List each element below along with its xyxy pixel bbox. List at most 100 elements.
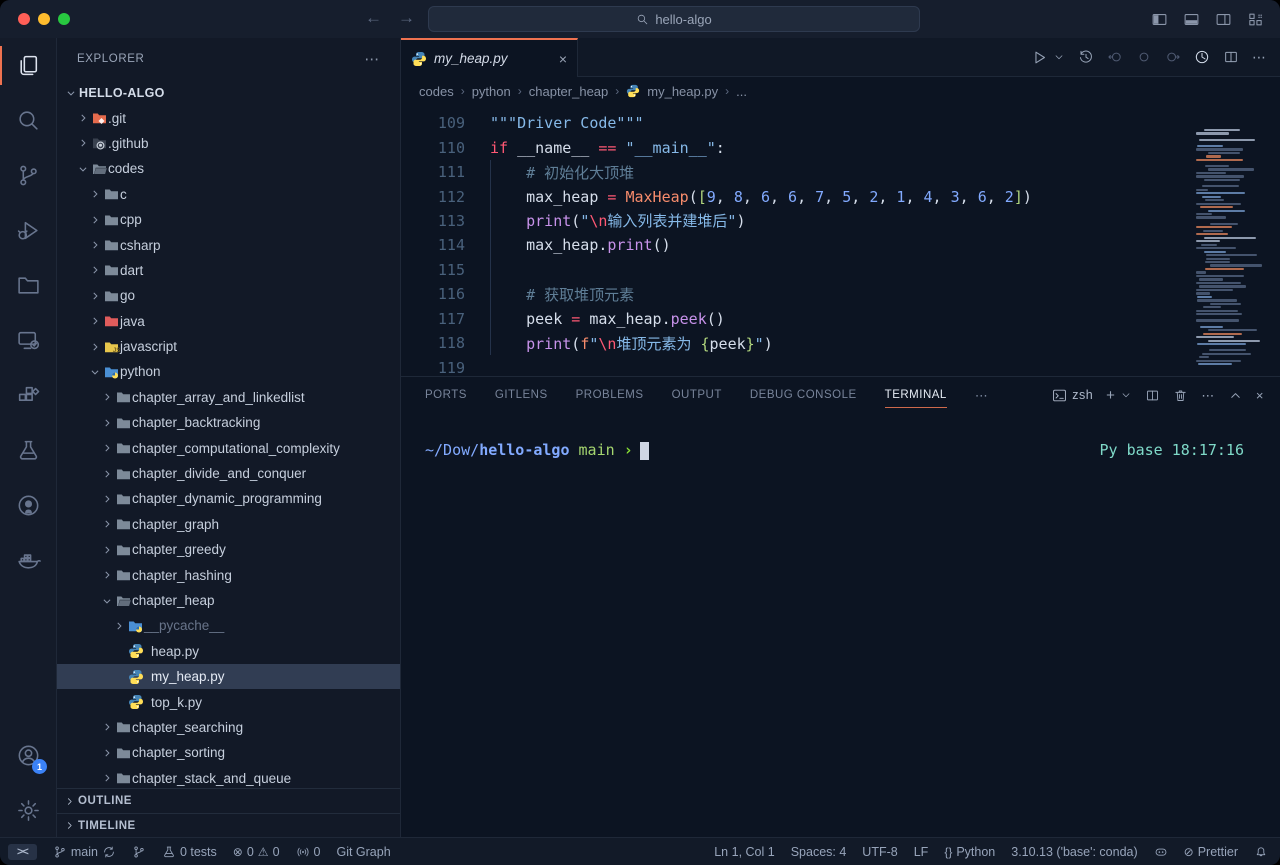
activity-run-and-debug[interactable] bbox=[0, 203, 56, 258]
tree-item-csharp[interactable]: csharp bbox=[57, 232, 400, 257]
activity-accounts[interactable]: 1 bbox=[0, 728, 56, 783]
chevron-right-icon[interactable] bbox=[99, 722, 115, 732]
tree-item-chapter-greedy[interactable]: chapter_greedy bbox=[57, 537, 400, 562]
chevron-down-icon[interactable] bbox=[63, 88, 79, 98]
tree-item-chapter-graph[interactable]: chapter_graph bbox=[57, 512, 400, 537]
chevron-right-icon[interactable] bbox=[99, 392, 115, 402]
panel-tab-debug-console[interactable]: DEBUG CONSOLE bbox=[750, 377, 857, 413]
code-line-117[interactable]: 117 peek = max_heap.peek() bbox=[401, 307, 1280, 331]
tree-item--git[interactable]: .git bbox=[57, 105, 400, 130]
chevron-right-icon[interactable] bbox=[87, 265, 103, 275]
chevron-right-icon[interactable] bbox=[87, 316, 103, 326]
tree-item-python[interactable]: python bbox=[57, 359, 400, 384]
outline-section[interactable]: OUTLINE bbox=[57, 788, 400, 814]
tree-item-top-k-py[interactable]: top_k.py bbox=[57, 689, 400, 714]
activity-project-explorer[interactable] bbox=[0, 258, 56, 313]
activity-remote-explorer[interactable] bbox=[0, 313, 56, 368]
split-terminal-icon[interactable] bbox=[1145, 388, 1160, 403]
chevron-right-icon[interactable] bbox=[87, 215, 103, 225]
gitlens-graph-icon[interactable] bbox=[1194, 49, 1210, 65]
tree-item-java[interactable]: java bbox=[57, 309, 400, 334]
tree-item-cpp[interactable]: cpp bbox=[57, 207, 400, 232]
tree-item-chapter-sorting[interactable]: chapter_sorting bbox=[57, 740, 400, 765]
activity-extensions[interactable] bbox=[0, 368, 56, 423]
panel-tab-gitlens[interactable]: GITLENS bbox=[495, 377, 548, 413]
code-line-110[interactable]: 110if __name__ == "__main__": bbox=[401, 135, 1280, 159]
code-line-115[interactable]: 115 bbox=[401, 258, 1280, 282]
chevron-right-icon[interactable] bbox=[99, 469, 115, 479]
activity-search[interactable] bbox=[0, 93, 56, 148]
tree-item-c[interactable]: c bbox=[57, 182, 400, 207]
command-center-search[interactable]: hello-algo bbox=[428, 6, 920, 32]
tree-item-go[interactable]: go bbox=[57, 283, 400, 308]
run-dropdown-icon[interactable] bbox=[1053, 51, 1065, 63]
status-python-interpreter[interactable]: 3.10.13 ('base': conda) bbox=[1011, 845, 1137, 859]
tab-my-heap-py[interactable]: my_heap.py × bbox=[401, 38, 578, 77]
customize-layout-icon[interactable] bbox=[1247, 11, 1264, 28]
close-tab-icon[interactable]: × bbox=[559, 51, 567, 67]
tree-item-dart[interactable]: dart bbox=[57, 258, 400, 283]
terminal[interactable]: ~/Dow/hello-algo main › Py base 18:17:16 bbox=[401, 413, 1280, 460]
zoom-window-button[interactable] bbox=[58, 13, 70, 25]
code-line-111[interactable]: 111 # 初始化大顶堆 bbox=[401, 160, 1280, 184]
chevron-right-icon[interactable] bbox=[75, 113, 91, 123]
chevron-right-icon[interactable] bbox=[99, 773, 115, 783]
status-test-status[interactable]: 0 tests bbox=[162, 845, 217, 859]
code-line-119[interactable]: 119 bbox=[401, 355, 1280, 377]
navigate-forward-icon[interactable]: → bbox=[398, 8, 415, 28]
open-next-change-icon[interactable] bbox=[1165, 49, 1181, 65]
activity-testing[interactable] bbox=[0, 423, 56, 478]
breadcrumb-item[interactable]: codes bbox=[419, 84, 454, 99]
chevron-down-icon[interactable] bbox=[87, 367, 103, 377]
kill-terminal-icon[interactable] bbox=[1173, 388, 1188, 403]
status-copilot[interactable] bbox=[1154, 845, 1168, 859]
tree-item-chapter-array-and-linkedlist[interactable]: chapter_array_and_linkedlist bbox=[57, 385, 400, 410]
tree-item-codes[interactable]: codes bbox=[57, 156, 400, 181]
chevron-right-icon[interactable] bbox=[99, 519, 115, 529]
open-changes-icon[interactable] bbox=[1136, 49, 1152, 65]
chevron-right-icon[interactable] bbox=[99, 418, 115, 428]
activity-settings[interactable] bbox=[0, 783, 56, 838]
terminal-profile-dropdown-icon[interactable] bbox=[1120, 389, 1132, 401]
chevron-right-icon[interactable] bbox=[87, 291, 103, 301]
status-problems[interactable]: ⊗0⚠0 bbox=[233, 845, 280, 859]
panel-tab-terminal[interactable]: TERMINAL bbox=[885, 377, 947, 413]
terminal-more-actions-icon[interactable]: ⋯ bbox=[1201, 389, 1215, 402]
minimap[interactable] bbox=[1196, 129, 1270, 367]
code-line-114[interactable]: 114 max_heap.print() bbox=[401, 233, 1280, 257]
chevron-right-icon[interactable] bbox=[99, 443, 115, 453]
tree-item-javascript[interactable]: JSjavascript bbox=[57, 334, 400, 359]
maximize-panel-icon[interactable] bbox=[1228, 388, 1243, 403]
status-remote-indicator[interactable]: >< bbox=[8, 844, 37, 860]
breadcrumb-item[interactable]: chapter_heap bbox=[529, 84, 609, 99]
status-indentation[interactable]: Spaces: 4 bbox=[791, 845, 847, 859]
tree-item-chapter-divide-and-conquer[interactable]: chapter_divide_and_conquer bbox=[57, 461, 400, 486]
tree-item-chapter-backtracking[interactable]: chapter_backtracking bbox=[57, 410, 400, 435]
minimize-window-button[interactable] bbox=[38, 13, 50, 25]
tree-item-chapter-computational-complexity[interactable]: chapter_computational_complexity bbox=[57, 435, 400, 460]
chevron-right-icon[interactable] bbox=[87, 240, 103, 250]
chevron-right-icon[interactable] bbox=[111, 621, 127, 631]
run-python-file-icon[interactable] bbox=[1031, 49, 1048, 66]
explorer-more-actions-icon[interactable]: ⋯ bbox=[364, 50, 380, 68]
chevron-right-icon[interactable] bbox=[87, 342, 103, 352]
panel-tab-output[interactable]: OUTPUT bbox=[672, 377, 722, 413]
chevron-right-icon[interactable] bbox=[99, 570, 115, 580]
panel-tab-ports[interactable]: PORTS bbox=[425, 377, 467, 413]
code-line-113[interactable]: 113 print("\n输入列表并建堆后") bbox=[401, 209, 1280, 233]
status-prettier[interactable]: ⊘Prettier bbox=[1184, 845, 1238, 859]
tree-item-chapter-dynamic-programming[interactable]: chapter_dynamic_programming bbox=[57, 486, 400, 511]
close-panel-icon[interactable]: × bbox=[1256, 389, 1264, 402]
activity-source-control[interactable] bbox=[0, 148, 56, 203]
timeline-section[interactable]: TIMELINE bbox=[57, 813, 400, 839]
more-actions-icon[interactable]: ⋯ bbox=[1252, 50, 1266, 64]
code-line-109[interactable]: 109"""Driver Code""" bbox=[401, 111, 1280, 135]
toggle-panel-icon[interactable] bbox=[1183, 11, 1200, 28]
tree-item-chapter-searching[interactable]: chapter_searching bbox=[57, 715, 400, 740]
tree-item-chapter-hashing[interactable]: chapter_hashing bbox=[57, 562, 400, 587]
chevron-right-icon[interactable] bbox=[99, 748, 115, 758]
chevron-right-icon[interactable] bbox=[99, 494, 115, 504]
breadcrumb-item[interactable]: ... bbox=[736, 84, 747, 99]
split-editor-icon[interactable] bbox=[1223, 49, 1239, 65]
status-encoding[interactable]: UTF-8 bbox=[862, 845, 897, 859]
